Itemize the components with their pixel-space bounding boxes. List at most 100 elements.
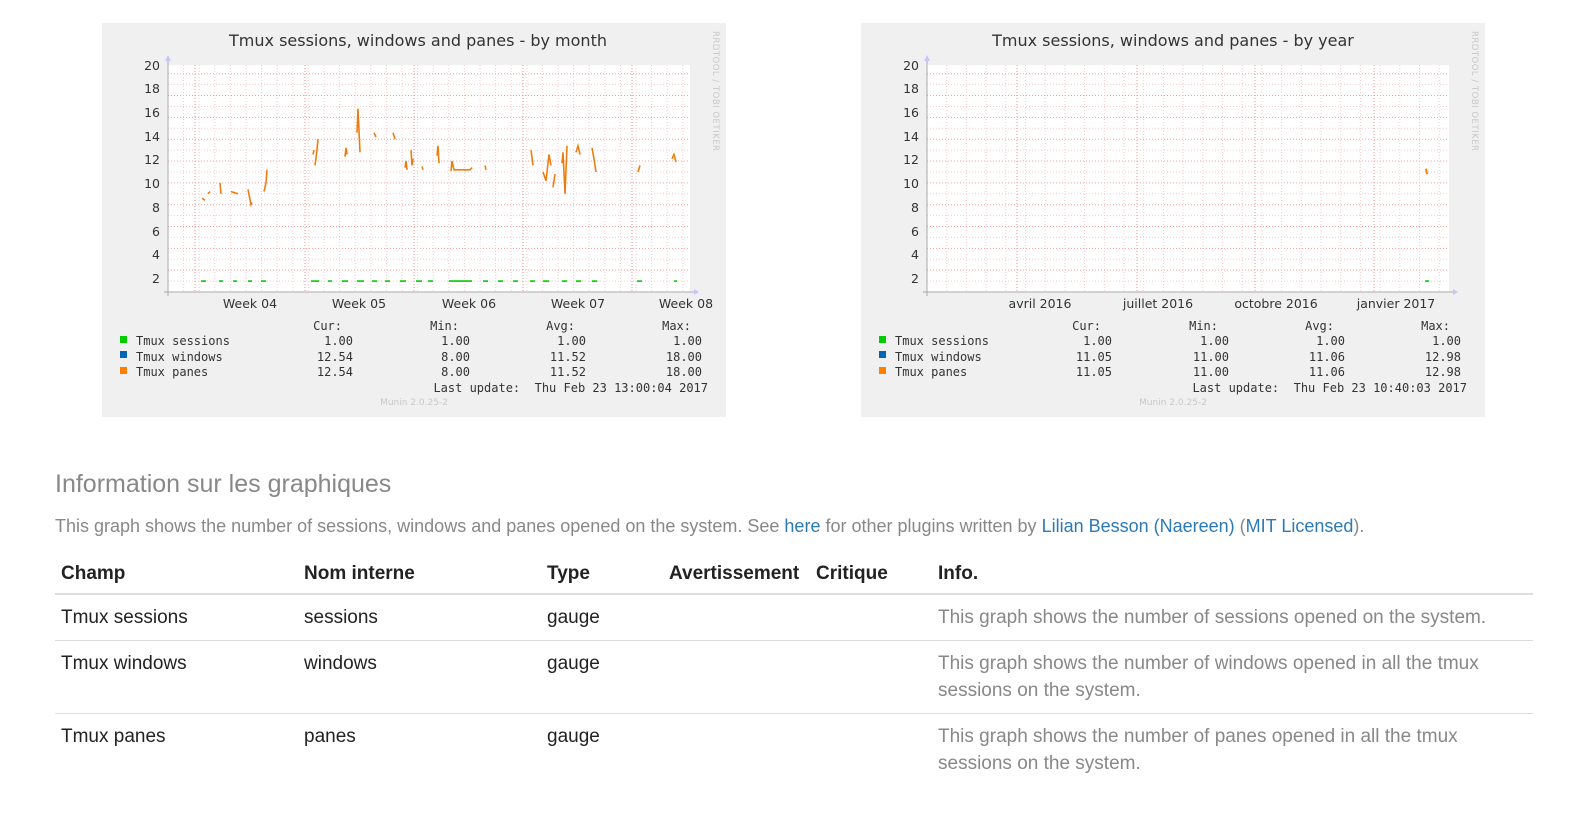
legend-label-windows: Tmux windows xyxy=(136,350,223,364)
plot-area xyxy=(923,55,1458,296)
desc-text: for other plugins written by xyxy=(820,516,1042,536)
cell-info: This graph shows the number of windows o… xyxy=(932,640,1533,714)
col-header-champ: Champ xyxy=(55,557,298,595)
y-tick: 16 xyxy=(144,105,160,120)
legend-cur: 11.05 xyxy=(1076,365,1112,379)
graph-title: Tmux sessions, windows and panes - by mo… xyxy=(228,31,607,50)
legend-table: Cur: Min: Avg: Max: Tmux sessions 1.00 1… xyxy=(879,319,1467,408)
table-row: Tmux sessions sessions gauge This graph … xyxy=(55,593,1533,641)
cell-info: This graph shows the number of panes ope… xyxy=(932,713,1533,786)
legend-header-avg: Avg: xyxy=(546,319,575,333)
legend-swatch-sessions xyxy=(879,336,886,343)
cell-champ: Tmux windows xyxy=(55,640,298,714)
legend-header-max: Max: xyxy=(1421,319,1450,333)
y-axis-ticks: 20 18 16 14 12 10 8 6 4 2 xyxy=(144,58,160,286)
y-tick: 14 xyxy=(903,129,919,144)
x-tick: Week 05 xyxy=(332,296,386,311)
legend-min: 1.00 xyxy=(441,334,470,348)
legend-swatch-windows xyxy=(120,351,127,358)
legend-avg: 1.00 xyxy=(1316,334,1345,348)
legend-min: 11.00 xyxy=(1193,365,1229,379)
legend-header-min: Min: xyxy=(430,319,459,333)
plugins-link[interactable]: here xyxy=(784,516,820,536)
desc-text: ). xyxy=(1353,516,1365,536)
x-tick: Week 07 xyxy=(551,296,605,311)
legend-header-avg: Avg: xyxy=(1305,319,1334,333)
last-update: Last update: Thu Feb 23 10:40:03 2017 xyxy=(1192,381,1467,395)
cell-avertissement xyxy=(663,640,810,714)
license-link[interactable]: MIT Licensed xyxy=(1246,516,1354,536)
author-link[interactable]: Lilian Besson (Naereen) xyxy=(1042,516,1235,536)
x-tick: Week 08 xyxy=(659,296,713,311)
y-tick: 4 xyxy=(152,247,160,262)
legend-header-cur: Cur: xyxy=(313,319,342,333)
legend-avg: 1.00 xyxy=(557,334,586,348)
rrdtool-credit: RRDTOOL / TOBI OETIKER xyxy=(710,31,720,151)
x-tick: octobre 2016 xyxy=(1234,296,1317,311)
legend-swatch-panes xyxy=(879,367,886,374)
x-axis-ticks: Week 04 Week 05 Week 06 Week 07 Week 08 xyxy=(223,296,713,311)
last-update: Last update: Thu Feb 23 13:00:04 2017 xyxy=(433,381,708,395)
legend-max: 1.00 xyxy=(1432,334,1461,348)
x-tick: Week 04 xyxy=(223,296,277,311)
cell-critique xyxy=(810,640,932,714)
munin-version: Munin 2.0.25-2 xyxy=(380,398,448,408)
desc-text: This graph shows the number of sessions,… xyxy=(55,516,785,536)
munin-version: Munin 2.0.25-2 xyxy=(1139,398,1207,408)
legend-table: Cur: Min: Avg: Max: Tmux sessions 1.00 1… xyxy=(120,319,708,408)
panes-trace xyxy=(1425,168,1428,175)
y-tick: 8 xyxy=(911,200,919,215)
legend-header-min: Min: xyxy=(1189,319,1218,333)
cell-avertissement xyxy=(663,593,810,641)
legend-label-windows: Tmux windows xyxy=(895,350,982,364)
cell-nom-interne: windows xyxy=(298,640,541,714)
legend-avg: 11.52 xyxy=(550,350,586,364)
graph-by-year[interactable]: Tmux sessions, windows and panes - by ye… xyxy=(861,23,1485,417)
legend-label-sessions: Tmux sessions xyxy=(136,334,230,348)
legend-max: 18.00 xyxy=(666,365,702,379)
y-tick: 10 xyxy=(144,176,160,191)
cell-type: gauge xyxy=(541,640,663,714)
x-tick: avril 2016 xyxy=(1009,296,1072,311)
y-tick: 18 xyxy=(144,81,160,96)
legend-cur: 1.00 xyxy=(1083,334,1112,348)
col-header-nom-interne: Nom interne xyxy=(298,557,541,595)
col-header-critique: Critique xyxy=(810,557,932,595)
legend-header-cur: Cur: xyxy=(1072,319,1101,333)
y-tick: 6 xyxy=(152,224,160,239)
y-tick: 20 xyxy=(144,58,160,73)
table-header-row: Champ Nom interne Type Avertissement Cri… xyxy=(55,557,1533,595)
cell-nom-interne: sessions xyxy=(298,593,541,641)
rrdtool-credit: RRDTOOL / TOBI OETIKER xyxy=(1469,31,1479,151)
x-tick: Week 06 xyxy=(442,296,496,311)
y-tick: 16 xyxy=(903,105,919,120)
legend-swatch-windows xyxy=(879,351,886,358)
legend-cur: 11.05 xyxy=(1076,350,1112,364)
fields-table: Champ Nom interne Type Avertissement Cri… xyxy=(55,557,1533,786)
legend-max: 1.00 xyxy=(673,334,702,348)
legend-cur: 12.54 xyxy=(317,350,353,364)
y-tick: 2 xyxy=(152,271,160,286)
legend-avg: 11.52 xyxy=(550,365,586,379)
graph-by-month[interactable]: Tmux sessions, windows and panes - by mo… xyxy=(102,23,726,417)
legend-avg: 11.06 xyxy=(1309,350,1345,364)
legend-max: 12.98 xyxy=(1425,350,1461,364)
y-tick: 18 xyxy=(903,81,919,96)
cell-critique xyxy=(810,713,932,786)
cell-champ: Tmux panes xyxy=(55,713,298,786)
legend-label-sessions: Tmux sessions xyxy=(895,334,989,348)
y-tick: 2 xyxy=(911,271,919,286)
legend-min: 1.00 xyxy=(1200,334,1229,348)
legend-avg: 11.06 xyxy=(1309,365,1345,379)
cell-champ: Tmux sessions xyxy=(55,593,298,641)
cell-info: This graph shows the number of sessions … xyxy=(932,593,1533,641)
legend-min: 8.00 xyxy=(441,365,470,379)
y-tick: 10 xyxy=(903,176,919,191)
legend-label-panes: Tmux panes xyxy=(895,365,967,379)
y-tick: 12 xyxy=(144,152,160,167)
x-tick: janvier 2017 xyxy=(1356,296,1436,311)
section-title: Information sur les graphiques xyxy=(55,470,392,498)
cell-type: gauge xyxy=(541,593,663,641)
y-tick: 20 xyxy=(903,58,919,73)
graph-description: This graph shows the number of sessions,… xyxy=(55,516,1364,537)
